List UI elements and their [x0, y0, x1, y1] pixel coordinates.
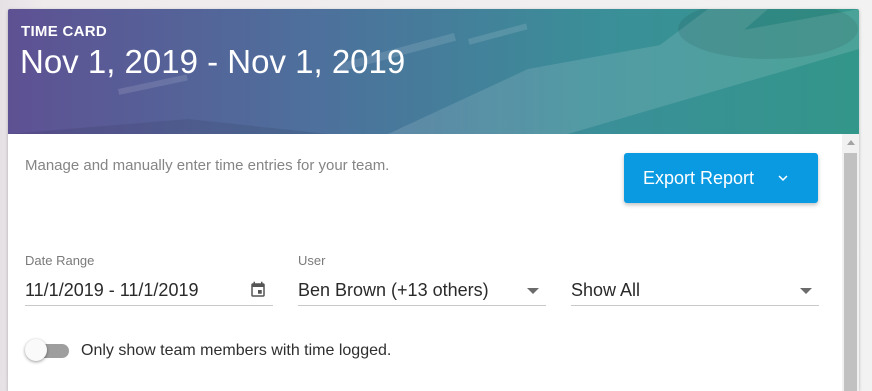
- time-card-panel: TIME CARD Nov 1, 2019 - Nov 1, 2019 Mana…: [8, 9, 859, 391]
- time-card-content: Manage and manually enter time entries f…: [8, 134, 859, 391]
- page-description: Manage and manually enter time entries f…: [25, 157, 390, 174]
- header-eyebrow: TIME CARD: [21, 23, 108, 40]
- chevron-down-icon: [778, 175, 788, 181]
- date-range-label: Date Range: [25, 253, 95, 268]
- scrollbar-thumb[interactable]: [844, 153, 857, 391]
- time-logged-toggle-label: Only show team members with time logged.: [81, 342, 392, 359]
- user-select[interactable]: Ben Brown (+13 others): [298, 271, 546, 306]
- user-dropdown-arrow-icon[interactable]: [527, 288, 539, 294]
- toggle-knob[interactable]: [25, 339, 47, 361]
- scroll-up-arrow-icon[interactable]: [842, 134, 859, 151]
- show-filter-dropdown-arrow-icon[interactable]: [800, 288, 812, 294]
- vertical-scrollbar[interactable]: [842, 134, 859, 391]
- user-value: Ben Brown (+13 others): [298, 279, 489, 300]
- show-filter-field[interactable]: Show All: [571, 271, 819, 306]
- show-filter-value: Show All: [571, 279, 641, 300]
- date-range-value: 11/1/2019 - 11/1/2019: [25, 279, 199, 300]
- time-card-header: TIME CARD Nov 1, 2019 - Nov 1, 2019: [8, 9, 859, 134]
- export-report-label: Export Report: [643, 167, 755, 188]
- time-logged-toggle-row: Only show team members with time logged.: [25, 339, 391, 363]
- calendar-icon[interactable]: [249, 281, 267, 299]
- user-field[interactable]: User Ben Brown (+13 others): [298, 253, 546, 306]
- export-report-button[interactable]: Export Report: [624, 153, 818, 203]
- date-range-field[interactable]: Date Range 11/1/2019 - 11/1/2019: [25, 253, 273, 306]
- show-filter-select[interactable]: Show All: [571, 271, 819, 306]
- date-range-input[interactable]: 11/1/2019 - 11/1/2019: [25, 271, 273, 306]
- user-label: User: [298, 253, 326, 268]
- page-title: Nov 1, 2019 - Nov 1, 2019: [20, 43, 406, 80]
- time-logged-toggle[interactable]: [25, 339, 71, 363]
